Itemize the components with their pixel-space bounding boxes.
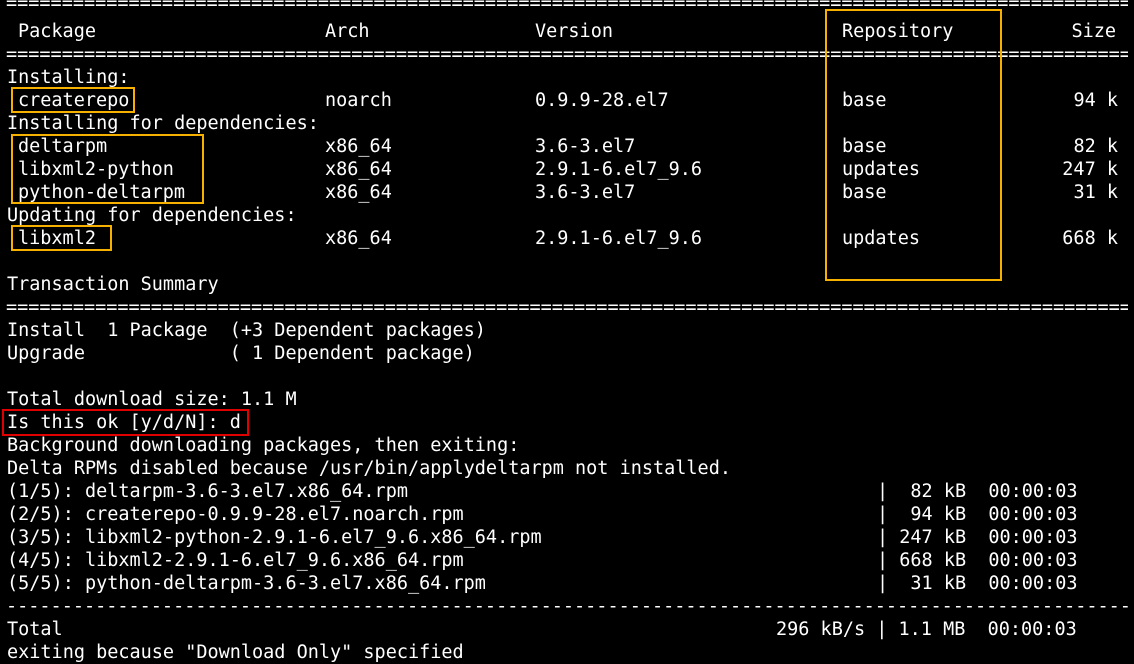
package-version: 2.9.1-6.el7_9.6 [535,159,703,180]
total-stats: 296 kB/s | 1.1 MB 00:00:03 [776,619,1077,640]
header-repository: Repository [842,21,954,42]
package-repo: updates [842,228,920,249]
package-arch: x86_64 [325,182,392,203]
package-repo: base [842,136,887,157]
header-arch: Arch [325,21,370,42]
summary-title: Transaction Summary [7,274,219,295]
package-version: 2.9.1-6.el7_9.6 [535,228,703,249]
package-size: 668 k [1062,228,1118,249]
download-stats: | 668 kB 00:00:03 [877,550,1078,571]
package-size: 82 k [1073,136,1118,157]
package-repo: base [842,90,887,111]
section-installing: Installing: [7,67,130,88]
package-size: 247 k [1062,159,1118,180]
download-file: (5/5): python-deltarpm-3.6-3.el7.x86_64.… [7,573,486,594]
package-name: libxml2-python [18,159,174,180]
total-download-size: Total download size: 1.1 M [7,389,297,410]
total-label: Total [7,619,63,640]
exit-msg: exiting because "Download Only" specifie… [7,642,464,663]
package-arch: x86_64 [325,136,392,157]
package-name: deltarpm [18,136,108,157]
download-stats: | 94 kB 00:00:03 [877,504,1078,525]
section-installing-deps: Installing for dependencies: [7,113,319,134]
package-name: createrepo [18,90,130,111]
package-repo: base [842,182,887,203]
rule-double-top: ========================================… [6,0,1128,14]
summary-install: Install 1 Package (+3 Dependent packages… [7,320,486,341]
delta-msg: Delta RPMs disabled because /usr/bin/app… [7,458,731,479]
header-version: Version [535,21,613,42]
download-file: (1/5): deltarpm-3.6-3.el7.x86_64.rpm [7,481,408,502]
package-arch: noarch [325,90,392,111]
download-file: (4/5): libxml2-2.9.1-6.el7_9.6.x86_64.rp… [7,550,464,571]
download-stats: | 31 kB 00:00:03 [877,573,1078,594]
rule-double-header: ========================================… [6,44,1128,65]
download-stats: | 82 kB 00:00:03 [877,481,1078,502]
package-size: 94 k [1073,90,1118,111]
rule-double-summary: ========================================… [6,297,1128,318]
rule-dashed: ----------------------------------------… [6,596,1128,617]
package-name: python-deltarpm [18,182,186,203]
package-size: 31 k [1073,182,1118,203]
confirm-prompt: Is this ok [y/d/N]: d [7,412,241,433]
download-stats: | 247 kB 00:00:03 [877,527,1078,548]
summary-upgrade: Upgrade ( 1 Dependent package) [7,343,475,364]
header-package: Package [18,21,96,42]
section-updating-deps: Updating for dependencies: [7,205,297,226]
package-version: 3.6-3.el7 [535,182,636,203]
background-msg: Background downloading packages, then ex… [7,435,520,456]
header-size: Size [1071,21,1116,42]
package-name: libxml2 [18,228,96,249]
package-version: 3.6-3.el7 [535,136,636,157]
download-file: (2/5): createrepo-0.9.9-28.el7.noarch.rp… [7,504,464,525]
package-repo: updates [842,159,920,180]
download-file: (3/5): libxml2-python-2.9.1-6.el7_9.6.x8… [7,527,542,548]
package-arch: x86_64 [325,228,392,249]
package-arch: x86_64 [325,159,392,180]
package-version: 0.9.9-28.el7 [535,90,669,111]
